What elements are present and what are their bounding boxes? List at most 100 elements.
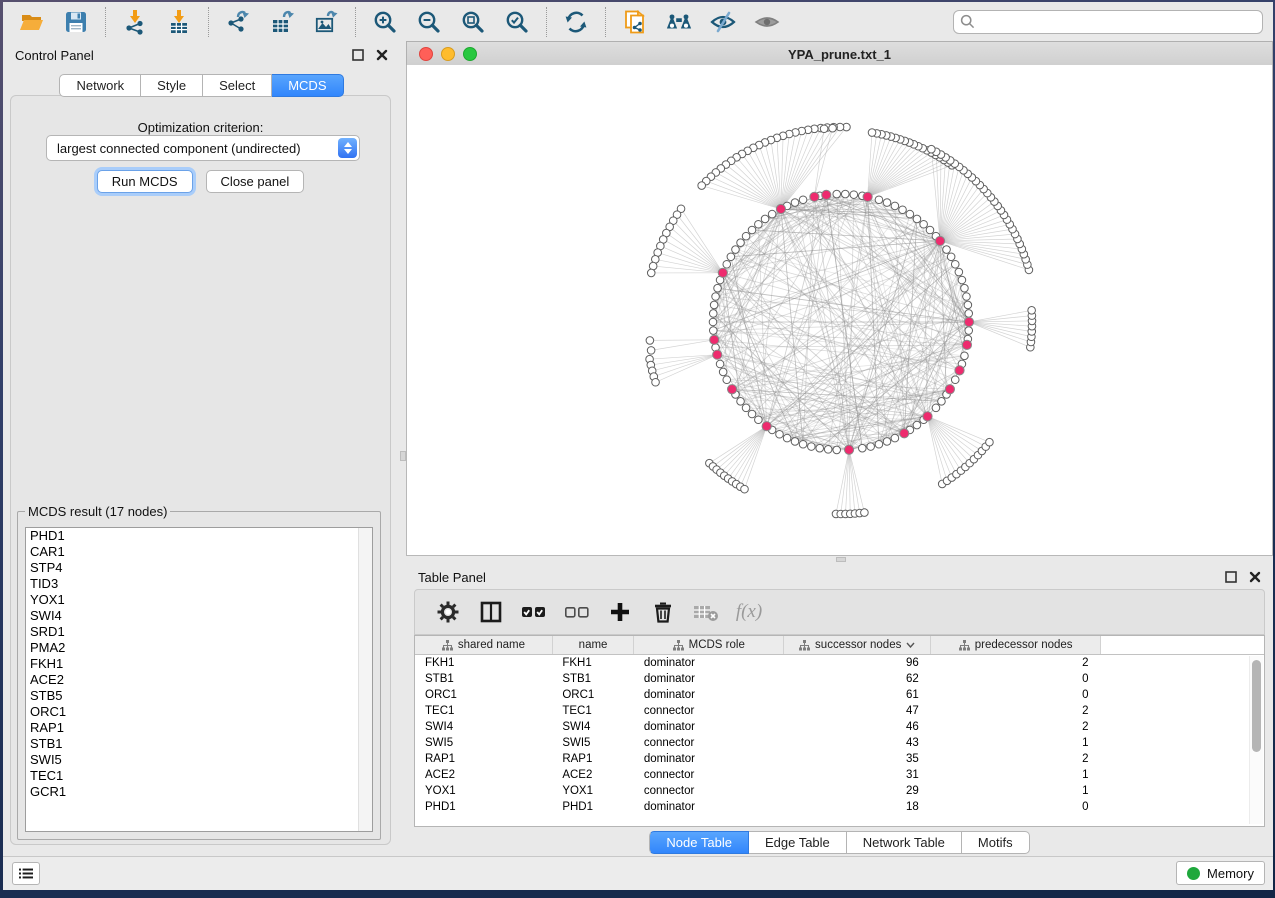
zoom-in-button[interactable] — [371, 8, 399, 36]
table-cell: 0 — [931, 687, 1101, 703]
table-cell: dominator — [634, 751, 784, 767]
add-column-button[interactable] — [607, 599, 633, 625]
float-panel-icon[interactable] — [1225, 571, 1237, 583]
table-row[interactable]: PHD1PHD1dominator180 — [415, 799, 1264, 815]
horizontal-splitter[interactable] — [406, 556, 1273, 563]
column-header-name[interactable]: name — [552, 636, 634, 655]
table-cell: 31 — [784, 767, 931, 783]
split-columns-button[interactable] — [478, 599, 504, 625]
mcds-result-item[interactable]: STB1 — [26, 736, 372, 752]
table-toolbar: f(x) — [414, 589, 1265, 635]
table-settings-button[interactable] — [435, 599, 461, 625]
mcds-result-item[interactable]: ORC1 — [26, 704, 372, 720]
import-network-button[interactable] — [121, 8, 149, 36]
tab-network[interactable]: Network — [59, 74, 141, 97]
table-cell: 35 — [784, 751, 931, 767]
table-scrollbar[interactable] — [1249, 656, 1263, 824]
control-panel-tabs: NetworkStyleSelectMCDS — [3, 74, 400, 97]
splitter-grip[interactable] — [836, 557, 846, 562]
zoom-fit-button[interactable] — [459, 8, 487, 36]
table-cell: dominator — [634, 655, 784, 672]
tab-motifs[interactable]: Motifs — [962, 831, 1030, 854]
mcds-result-item[interactable]: TEC1 — [26, 768, 372, 784]
column-header-MCDS-role[interactable]: MCDS role — [634, 636, 784, 655]
network-titlebar[interactable]: YPA_prune.txt_1 — [406, 41, 1273, 67]
refresh-view-button[interactable] — [562, 8, 590, 36]
close-panel-icon[interactable] — [1249, 571, 1261, 583]
table-scrollbar-thumb[interactable] — [1252, 660, 1261, 752]
zoom-out-button[interactable] — [415, 8, 443, 36]
select-all-rows-button[interactable] — [521, 599, 547, 625]
table-row[interactable]: STB1STB1dominator620 — [415, 671, 1264, 687]
zoom-selected-button[interactable] — [503, 8, 531, 36]
close-panel-icon[interactable] — [376, 49, 388, 61]
mcds-result-item[interactable]: YOX1 — [26, 592, 372, 608]
tab-node-table[interactable]: Node Table — [649, 831, 749, 854]
table-row[interactable]: SWI5SWI5connector431 — [415, 735, 1264, 751]
save-session-button[interactable] — [62, 8, 90, 36]
table-panel-tabs: Node TableEdge TableNetwork TableMotifs — [406, 831, 1273, 854]
mcds-result-item[interactable]: ACE2 — [26, 672, 372, 688]
clone-network-button[interactable] — [621, 8, 649, 36]
column-header-shared-name[interactable]: shared name — [415, 636, 552, 655]
mcds-result-item[interactable]: SWI4 — [26, 608, 372, 624]
table-row[interactable]: SWI4SWI4dominator462 — [415, 719, 1264, 735]
deselect-all-rows-button[interactable] — [564, 599, 590, 625]
export-image-button[interactable] — [312, 8, 340, 36]
run-mcds-button[interactable]: Run MCDS — [97, 170, 193, 193]
panel-menu-button[interactable] — [12, 862, 40, 885]
function-builder-button[interactable]: f(x) — [736, 599, 762, 625]
export-table-button[interactable] — [268, 8, 296, 36]
overview-binoculars-button[interactable] — [665, 8, 693, 36]
mcds-list-scrollbar[interactable] — [358, 528, 372, 831]
table-cell: 1 — [931, 735, 1101, 751]
network-graph[interactable] — [406, 65, 1273, 556]
mcds-result-item[interactable]: STB5 — [26, 688, 372, 704]
search-input[interactable] — [953, 10, 1263, 34]
hide-panels-button[interactable] — [709, 8, 737, 36]
export-network-button[interactable] — [224, 8, 252, 36]
control-panel: Control Panel NetworkStyleSelectMCDS Opt… — [3, 41, 400, 857]
table-row[interactable]: ACE2ACE2connector311 — [415, 767, 1264, 783]
column-header-successor-nodes[interactable]: successor nodes — [784, 636, 931, 655]
mcds-result-item[interactable]: GCR1 — [26, 784, 372, 800]
mcds-result-item[interactable]: RAP1 — [26, 720, 372, 736]
column-label: name — [579, 639, 608, 651]
table-row[interactable]: YOX1YOX1connector291 — [415, 783, 1264, 799]
open-file-button[interactable] — [18, 8, 46, 36]
tab-network-table[interactable]: Network Table — [847, 831, 962, 854]
mcds-result-item[interactable]: PHD1 — [26, 528, 372, 544]
float-panel-icon[interactable] — [352, 49, 364, 61]
mcds-result-item[interactable]: CAR1 — [26, 544, 372, 560]
mcds-result-item[interactable]: SWI5 — [26, 752, 372, 768]
close-panel-button[interactable]: Close panel — [206, 170, 305, 193]
delete-column-button[interactable] — [650, 599, 676, 625]
mcds-result-item[interactable]: SRD1 — [26, 624, 372, 640]
delete-table-button[interactable] — [693, 599, 719, 625]
table-row[interactable]: RAP1RAP1dominator352 — [415, 751, 1264, 767]
mcds-result-item[interactable]: STP4 — [26, 560, 372, 576]
mcds-result-item[interactable]: PMA2 — [26, 640, 372, 656]
table-row[interactable]: TEC1TEC1connector472 — [415, 703, 1264, 719]
tab-edge-table[interactable]: Edge Table — [749, 831, 847, 854]
table-cell: 2 — [931, 703, 1101, 719]
tab-mcds[interactable]: MCDS — [272, 74, 343, 97]
criterion-dropdown[interactable]: largest connected component (undirected) — [46, 135, 360, 161]
import-table-button[interactable] — [165, 8, 193, 36]
tab-style[interactable]: Style — [141, 74, 203, 97]
tab-select[interactable]: Select — [203, 74, 272, 97]
table-cell: SWI4 — [552, 719, 634, 735]
toolbar-group-file — [3, 7, 105, 37]
table-cell: connector — [634, 703, 784, 719]
mcds-result-item[interactable]: FKH1 — [26, 656, 372, 672]
mcds-result-item[interactable]: TID3 — [26, 576, 372, 592]
fx-icon: f(x) — [736, 601, 762, 623]
table-row[interactable]: ORC1ORC1dominator610 — [415, 687, 1264, 703]
node-table-head: shared name name MCDS rolesuccessor nodesp… — [415, 636, 1264, 655]
table-row[interactable]: FKH1FKH1dominator962 — [415, 655, 1264, 672]
show-eye-button[interactable] — [753, 8, 781, 36]
table-cell: dominator — [634, 799, 784, 815]
table-cell: dominator — [634, 719, 784, 735]
column-header-predecessor-nodes[interactable]: predecessor nodes — [931, 636, 1101, 655]
memory-button[interactable]: Memory — [1176, 861, 1265, 885]
